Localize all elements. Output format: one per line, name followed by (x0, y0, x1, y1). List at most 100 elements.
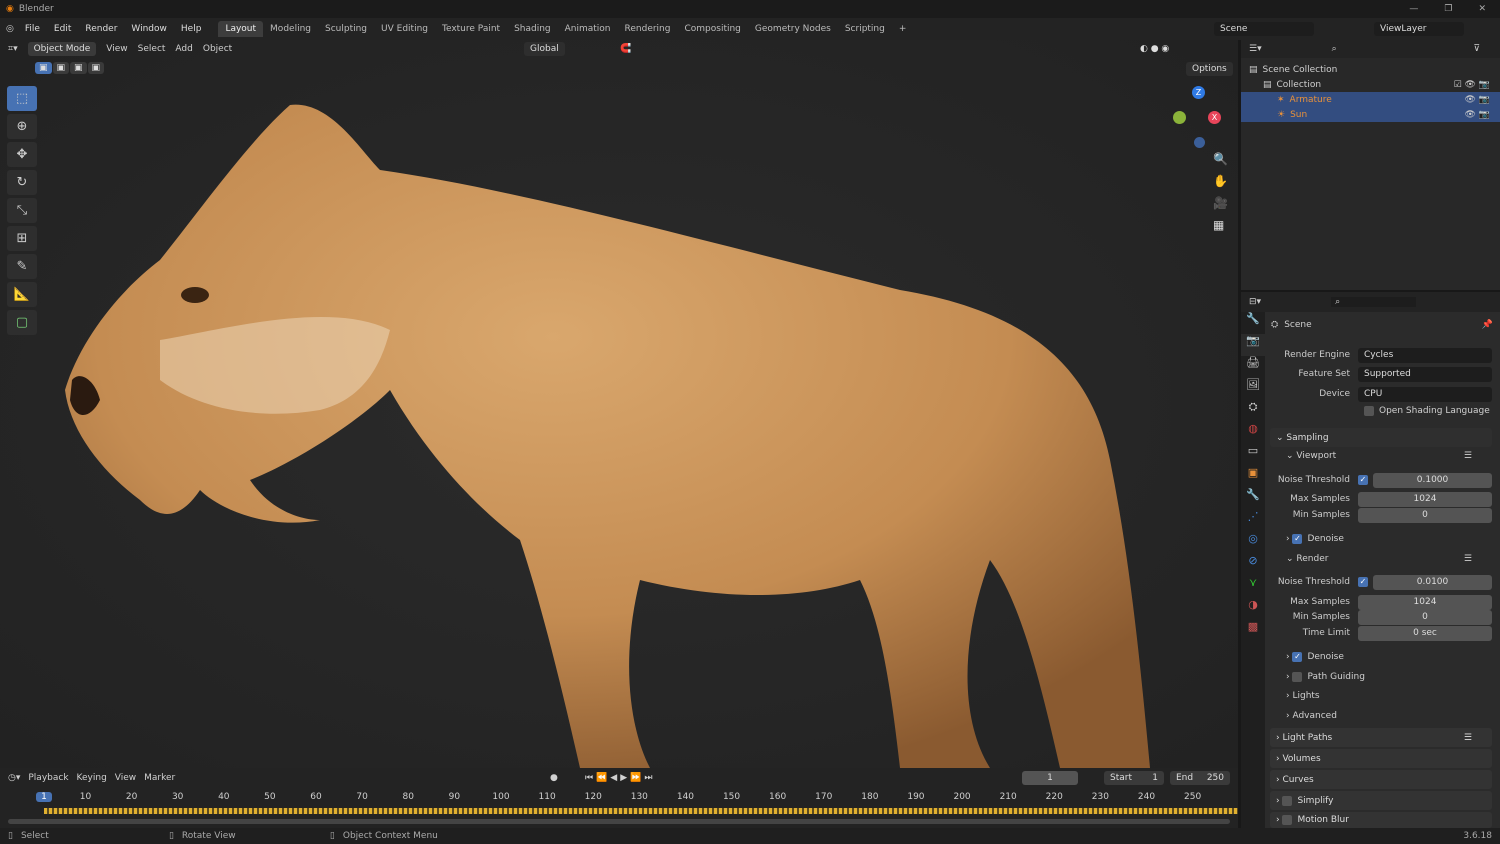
move-icon[interactable]: ✥ (7, 142, 37, 167)
record-icon[interactable]: ● (550, 773, 558, 783)
blender-menu-icon[interactable]: ◎ (6, 24, 14, 34)
world-tab-icon[interactable]: ◍ (1241, 422, 1265, 444)
maximize-button[interactable]: ❐ (1444, 4, 1452, 14)
outliner-item-collection[interactable]: ▤ Collection ☑ 👁 📷 (1241, 77, 1500, 92)
filter-icon[interactable]: ⊽ (1473, 44, 1480, 54)
menu-file[interactable]: File (18, 24, 47, 34)
viewport-menu-object[interactable]: Object (203, 44, 232, 54)
select-new-icon[interactable]: ▣ (35, 62, 52, 74)
clock-icon[interactable]: ◷▾ (8, 773, 20, 783)
feature-set-dropdown[interactable]: Supported (1358, 366, 1492, 382)
sampling-panel[interactable]: ⌄ Sampling (1270, 428, 1492, 447)
editor-type-icon[interactable]: ⊟▾ (1249, 297, 1261, 307)
modifier-tab-icon[interactable]: 🔧 (1241, 488, 1265, 510)
tab-sculpting[interactable]: Sculpting (318, 21, 374, 37)
transform-icon[interactable]: ⊞ (7, 226, 37, 251)
playback-controls[interactable]: ⏮⏪◀▶⏩⏭ (585, 773, 655, 783)
rotate-icon[interactable]: ↻ (7, 170, 37, 195)
vp-max-samples-field[interactable]: 1024 (1358, 491, 1492, 507)
select-subtract-icon[interactable]: ▣ (70, 62, 87, 74)
tab-scripting[interactable]: Scripting (838, 21, 892, 37)
light-paths-panel[interactable]: › Light Paths ☰ (1270, 728, 1492, 747)
lights-subpanel[interactable]: › Lights (1270, 688, 1492, 704)
tab-modeling[interactable]: Modeling (263, 21, 318, 37)
r-max-samples-field[interactable]: 1024 (1358, 594, 1492, 610)
snap-icon[interactable]: 🧲 (620, 44, 631, 54)
editor-type-icon[interactable]: ⌗▾ (8, 44, 18, 54)
viewport-menu-add[interactable]: Add (175, 44, 192, 54)
material-tab-icon[interactable]: ◑ (1241, 598, 1265, 620)
osl-checkbox[interactable] (1364, 406, 1374, 416)
time-limit-field[interactable]: 0 sec (1358, 625, 1492, 641)
shading-solid-icon[interactable]: ◐ ● ◉ (1140, 44, 1169, 54)
texture-tab-icon[interactable]: ▩ (1241, 620, 1265, 642)
search-icon[interactable]: ⌕ (1331, 297, 1417, 307)
add-cube-icon[interactable]: ▢ (7, 310, 37, 335)
render-engine-dropdown[interactable]: Cycles (1358, 347, 1492, 363)
outliner-item-armature[interactable]: ✶ Armature 👁 📷 (1241, 92, 1500, 107)
display-mode-icon[interactable]: ☰▾ (1249, 44, 1262, 54)
3d-viewport[interactable] (0, 40, 1238, 768)
motion-blur-panel[interactable]: › Motion Blur (1270, 812, 1492, 828)
timeline-view-menu[interactable]: View (115, 773, 136, 783)
output-tab-icon[interactable]: 🖨 (1241, 356, 1265, 378)
gizmo-z-axis[interactable]: Z (1192, 86, 1205, 99)
transform-orientation-selector[interactable]: Global (524, 42, 565, 56)
zoom-icon[interactable]: 🔍 (1213, 152, 1228, 166)
viewport-menu-select[interactable]: Select (138, 44, 166, 54)
menu-help[interactable]: Help (174, 24, 209, 34)
menu-edit[interactable]: Edit (47, 24, 78, 34)
volumes-panel[interactable]: › Volumes (1270, 749, 1492, 768)
add-workspace-button[interactable]: + (892, 21, 914, 37)
tab-texture-paint[interactable]: Texture Paint (435, 21, 507, 37)
advanced-subpanel[interactable]: › Advanced (1270, 708, 1492, 724)
options-button[interactable]: Options (1186, 62, 1233, 76)
simplify-panel[interactable]: › Simplify (1270, 791, 1492, 810)
start-frame-field[interactable]: Start 1 (1104, 771, 1164, 785)
menu-render[interactable]: Render (78, 24, 124, 34)
list-icon[interactable]: ☰ (1464, 554, 1472, 564)
curves-panel[interactable]: › Curves (1270, 770, 1492, 789)
current-frame-field[interactable]: 1 (1022, 771, 1078, 785)
particles-tab-icon[interactable]: ⋰ (1241, 510, 1265, 532)
constraints-tab-icon[interactable]: ⊘ (1241, 554, 1265, 576)
tab-geometry-nodes[interactable]: Geometry Nodes (748, 21, 838, 37)
scene-tab-icon[interactable]: ⛭ (1241, 400, 1265, 422)
pin-icon[interactable]: 📌 (1482, 320, 1493, 330)
vp-min-samples-field[interactable]: 0 (1358, 507, 1492, 523)
tab-uv-editing[interactable]: UV Editing (374, 21, 435, 37)
viewport-menu-view[interactable]: View (106, 44, 127, 54)
view-layer-tab-icon[interactable]: 🖼 (1241, 378, 1265, 400)
physics-tab-icon[interactable]: ◎ (1241, 532, 1265, 554)
list-icon[interactable]: ☰ (1464, 733, 1472, 743)
vp-noise-field[interactable]: 0.1000 (1373, 472, 1492, 488)
mode-selector[interactable]: Object Mode (27, 42, 97, 56)
r-noise-checkbox[interactable]: ✓ (1358, 577, 1368, 587)
render-tab-icon[interactable]: 📷 (1241, 334, 1265, 356)
select-box-icon[interactable]: ⬚ (7, 86, 37, 111)
vp-noise-checkbox[interactable]: ✓ (1358, 475, 1368, 485)
object-tab-icon[interactable]: ▣ (1241, 466, 1265, 488)
outliner-item-sun[interactable]: ☀ Sun 👁 📷 (1241, 107, 1500, 122)
viewport-subpanel[interactable]: ⌄ Viewport ☰ (1270, 448, 1492, 464)
tab-compositing[interactable]: Compositing (677, 21, 747, 37)
device-dropdown[interactable]: CPU (1358, 386, 1492, 402)
navigation-gizmo[interactable]: Z X (1170, 84, 1230, 150)
scale-icon[interactable]: ⤡ (7, 198, 37, 223)
data-tab-icon[interactable]: ⋎ (1241, 576, 1265, 598)
outliner-item-scene-collection[interactable]: ▤ Scene Collection (1241, 62, 1500, 77)
menu-window[interactable]: Window (124, 24, 174, 34)
gizmo-neg-z-axis[interactable] (1194, 137, 1205, 148)
collection-tab-icon[interactable]: ▭ (1241, 444, 1265, 466)
tool-tab-icon[interactable]: 🔧 (1241, 312, 1265, 334)
gizmo-x-axis[interactable]: X (1208, 111, 1221, 124)
r-denoise-checkbox[interactable]: ✓ (1292, 652, 1303, 662)
scene-selector[interactable]: Scene (1214, 22, 1314, 36)
camera-icon[interactable]: 🎥 (1213, 196, 1228, 210)
close-button[interactable]: ✕ (1478, 4, 1486, 14)
gizmo-y-axis[interactable] (1173, 111, 1186, 124)
playback-menu[interactable]: Playback (28, 773, 68, 783)
tab-animation[interactable]: Animation (558, 21, 618, 37)
r-noise-field[interactable]: 0.0100 (1373, 574, 1492, 590)
vp-denoise-checkbox[interactable]: ✓ (1292, 534, 1303, 544)
